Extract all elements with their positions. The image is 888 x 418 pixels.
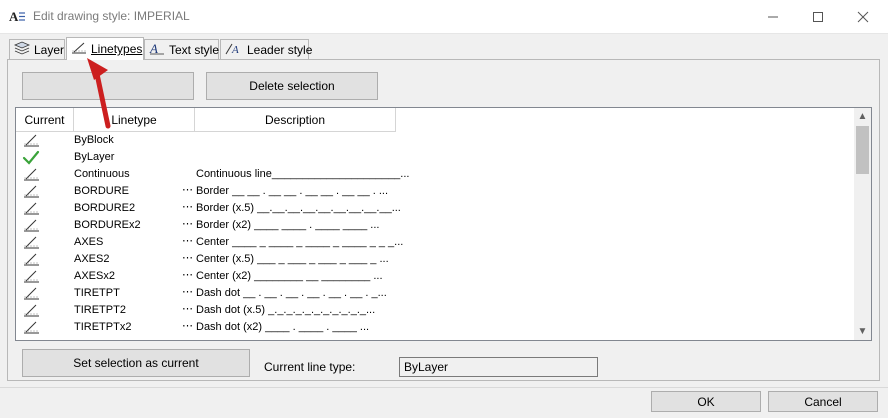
linetype-name: AXES [74,236,104,248]
table-row[interactable]: TIRETPT2 ⋯ Dash dot (x.5) _._._._._._._._.… [16,302,854,319]
table-row[interactable]: AXESx2 ⋯ Center (x2) ________ __ ________ … [16,268,854,285]
linetype-description: Dash dot (x.5) _._._._._._._._._._._... [196,304,376,316]
ellipsis-icon: ⋯ [182,269,193,281]
linetype-description: Dash dot __ . __ . __ . __ . __ . __ . _… [196,287,387,299]
linetype-name: TIRETPT [74,287,120,299]
leader-style-icon: A [225,41,243,58]
linetype-name: TIRETPT2 [74,304,126,316]
tab-layer-label: Layer [34,42,65,57]
linetype-icon [22,251,40,268]
linetype-name: AXESx2 [74,270,115,282]
ok-label: OK [697,394,715,409]
linetype-icon [22,166,40,183]
cancel-button[interactable]: Cancel [768,391,878,412]
window-title: Edit drawing style: IMPERIAL [33,9,190,23]
scroll-thumb[interactable] [856,126,869,174]
tab-layer[interactable]: Layer [9,39,65,59]
table-row[interactable]: ByBlock [16,132,854,149]
linetype-description: Center (x2) ________ __ ________ ... [196,270,383,282]
table-row[interactable]: ByLayer [16,149,854,166]
linetype-description: Center ____ _ ____ _ ____ _ ____ _ _ _..… [196,236,404,248]
ellipsis-icon: ⋯ [182,184,193,196]
ok-button[interactable]: OK [651,391,761,412]
delete-selection-label: Delete selection [249,79,335,93]
linetype-description: Center (x.5) ___ _ ___ _ ___ _ ___ _ ... [196,253,389,265]
linetype-name: ByLayer [74,151,115,163]
ellipsis-icon: ⋯ [182,286,193,298]
linetype-icon [22,319,40,336]
annotation-arrow-icon [80,52,140,132]
ellipsis-icon: ⋯ [182,320,193,332]
table-row[interactable]: BORDURE ⋯ Border __ __ . __ __ . __ __ . _… [16,183,854,200]
svg-text:A: A [231,44,239,55]
ellipsis-icon: ⋯ [182,218,193,230]
vertical-scrollbar[interactable]: ▲ ▼ [854,108,871,340]
linetypes-list[interactable]: Current Linetype Description ByBlock ByLa… [15,107,872,341]
tab-leader-style[interactable]: A Leader style [220,39,313,59]
current-linetype-value: ByLayer [404,360,449,374]
linetype-name: BORDURE2 [74,202,136,214]
column-header-current[interactable]: Current [16,108,74,132]
checkmark-icon [22,149,40,166]
linetype-description: Border (x2) ____ ____ . ____ ____ ... [196,219,380,231]
text-style-icon: A [9,9,25,25]
set-current-button[interactable]: Set selection as current [22,349,250,377]
tab-leader-style-label: Leader style [247,42,313,57]
linetype-name: AXES2 [74,253,110,265]
close-icon[interactable] [840,0,886,33]
table-row[interactable]: BORDURE2 ⋯ Border (x.5) __.__.__.__.__.__.… [16,200,854,217]
title-bar: A Edit drawing style: IMPERIAL [0,0,888,34]
table-row[interactable]: Continuous Continuous line_______________… [16,166,854,183]
ellipsis-icon: ⋯ [182,252,193,264]
linetype-description: Continuous line_____________________... [196,168,410,180]
scroll-up-icon[interactable]: ▲ [854,108,871,125]
linetype-name: BORDUREx2 [74,219,141,231]
linetype-icon [22,234,40,251]
ellipsis-icon: ⋯ [182,235,193,247]
table-row[interactable]: TIRETPTx2 ⋯ Dash dot (x2) ____ . ____ . __… [16,319,854,336]
linetype-icon [22,200,40,217]
scroll-down-icon[interactable]: ▼ [854,323,871,340]
table-row[interactable]: TIRETPT ⋯ Dash dot __ . __ . __ . __ . __ … [16,285,854,302]
ellipsis-icon: ⋯ [182,201,193,213]
linetype-icon [22,285,40,302]
svg-text:A: A [149,41,158,55]
maximize-icon[interactable] [795,0,841,33]
current-linetype-field: ByLayer [399,357,598,377]
linetype-icon [22,217,40,234]
table-row[interactable]: AXES ⋯ Center ____ _ ____ _ ____ _ ____ _ … [16,234,854,251]
set-current-label: Set selection as current [73,356,199,370]
linetype-icon [22,132,40,149]
linetype-icon [22,268,40,285]
linetype-description: Border __ __ . __ __ . __ __ . __ __ . .… [196,185,389,197]
linetype-name: ByBlock [74,134,114,146]
linetype-description: Border (x.5) __.__.__.__.__.__.__.__.__.… [196,202,401,214]
minimize-icon[interactable] [750,0,796,33]
tab-text-style-label: Text style [169,42,220,57]
cancel-label: Cancel [804,394,842,409]
table-row[interactable]: BORDUREx2 ⋯ Border (x2) ____ ____ . ____ _… [16,217,854,234]
tab-text-style[interactable]: A Text style [144,39,219,59]
current-linetype-label: Current line type: [264,360,356,374]
layers-icon [13,41,31,58]
divider [0,387,888,388]
linetype-icon [22,183,40,200]
linetype-name: BORDURE [74,185,130,197]
svg-text:A: A [9,9,19,24]
ellipsis-icon: ⋯ [182,303,193,315]
column-header-description[interactable]: Description [195,108,396,132]
linetype-description: Dash dot (x2) ____ . ____ . ____ ... [196,321,370,333]
delete-selection-button[interactable]: Delete selection [206,72,378,100]
linetype-icon [22,302,40,319]
linetype-name: Continuous [74,168,130,180]
linetype-name: TIRETPTx2 [74,321,132,333]
text-style-icon: A [149,41,165,58]
table-row[interactable]: AXES2 ⋯ Center (x.5) ___ _ ___ _ ___ _ ___… [16,251,854,268]
